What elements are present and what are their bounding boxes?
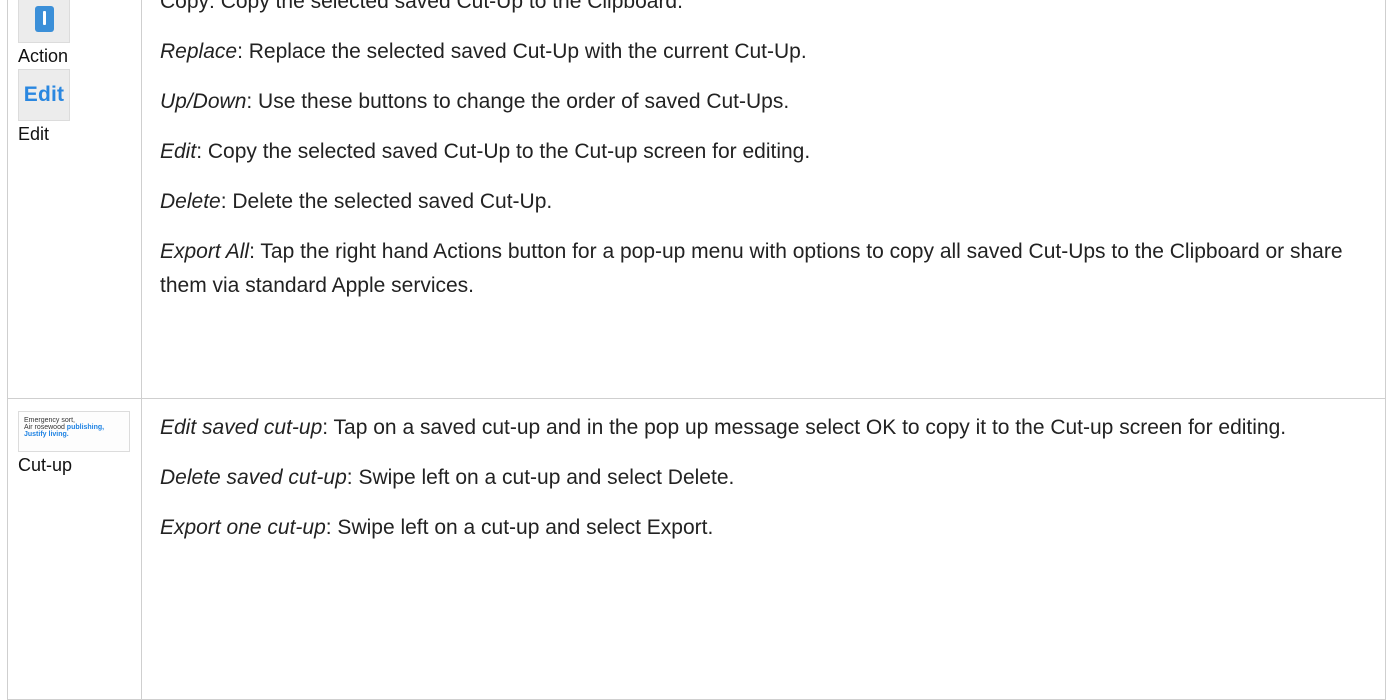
text-edit: : Copy the selected saved Cut-Up to the …	[196, 140, 811, 163]
description-edit-saved: Edit saved cut-up: Tap on a saved cut-up…	[160, 411, 1385, 445]
text-replace: : Replace the selected saved Cut-Up with…	[237, 40, 807, 63]
term-edit: Edit	[160, 140, 197, 163]
share-icon	[35, 6, 54, 32]
description-replace: Replace: Replace the selected saved Cut-…	[160, 35, 1385, 69]
icon-cell: Action Edit Edit	[7, 0, 142, 399]
text-delete: : Delete the selected saved Cut-Up.	[220, 190, 553, 213]
table-row: Action Edit Edit Copy: Copy the selected…	[7, 0, 1386, 399]
text-export-all: : Tap the right hand Actions button for …	[160, 240, 1343, 297]
text-delete-saved: : Swipe left on a cut-up and select Dele…	[346, 466, 735, 489]
description-export-one: Export one cut-up: Swipe left on a cut-u…	[160, 511, 1385, 545]
action-caption: Action	[18, 46, 69, 66]
edit-button-thumbnail: Edit	[18, 69, 70, 121]
description-edit: Edit: Copy the selected saved Cut-Up to …	[160, 135, 1385, 169]
help-table: Action Edit Edit Copy: Copy the selected…	[7, 0, 1386, 700]
cutup-caption: Cut-up	[18, 455, 73, 475]
description-export-all: Export All: Tap the right hand Actions b…	[160, 235, 1385, 303]
term-export-one: Export one cut-up	[160, 516, 326, 539]
term-replace: Replace	[160, 40, 238, 63]
description-delete-saved: Delete saved cut-up: Swipe left on a cut…	[160, 461, 1385, 495]
text-export-one: : Swipe left on a cut-up and select Expo…	[325, 516, 714, 539]
cutup-thumb-line3: Justify living.	[24, 431, 69, 438]
description-cell: Copy: Copy the selected saved Cut-Up to …	[141, 0, 1386, 399]
edit-caption: Edit	[18, 124, 50, 144]
text-edit-saved: : Tap on a saved cut-up and in the pop u…	[322, 416, 1287, 439]
clipped-description: Copy: Copy the selected saved Cut-Up to …	[160, 0, 683, 13]
term-up-down: Up/Down	[160, 90, 247, 113]
term-delete: Delete	[160, 190, 221, 213]
action-button-thumbnail	[18, 0, 70, 43]
description-up-down: Up/Down: Use these buttons to change the…	[160, 85, 1385, 119]
cutup-thumbnail: Emergency sort, Air rosewood publishing,…	[18, 411, 130, 452]
cutup-thumb-line2-dark: Air rosewood	[24, 424, 67, 431]
icon-cell: Emergency sort, Air rosewood publishing,…	[7, 398, 142, 700]
cutup-thumb-line1: Emergency sort,	[24, 417, 75, 424]
description-cell: Edit saved cut-up: Tap on a saved cut-up…	[141, 398, 1386, 700]
text-up-down: : Use these buttons to change the order …	[246, 90, 790, 113]
term-export-all: Export All	[160, 240, 250, 263]
edit-thumb-label: Edit	[23, 83, 65, 106]
cutup-thumb-line2-blue: publishing,	[66, 424, 105, 431]
table-row: Emergency sort, Air rosewood publishing,…	[7, 398, 1386, 700]
term-delete-saved: Delete saved cut-up	[160, 466, 347, 489]
term-edit-saved: Edit saved cut-up	[160, 416, 323, 439]
description-delete: Delete: Delete the selected saved Cut-Up…	[160, 185, 1385, 219]
cutup-thumb-line2: Air rosewood publishing,	[24, 424, 129, 431]
